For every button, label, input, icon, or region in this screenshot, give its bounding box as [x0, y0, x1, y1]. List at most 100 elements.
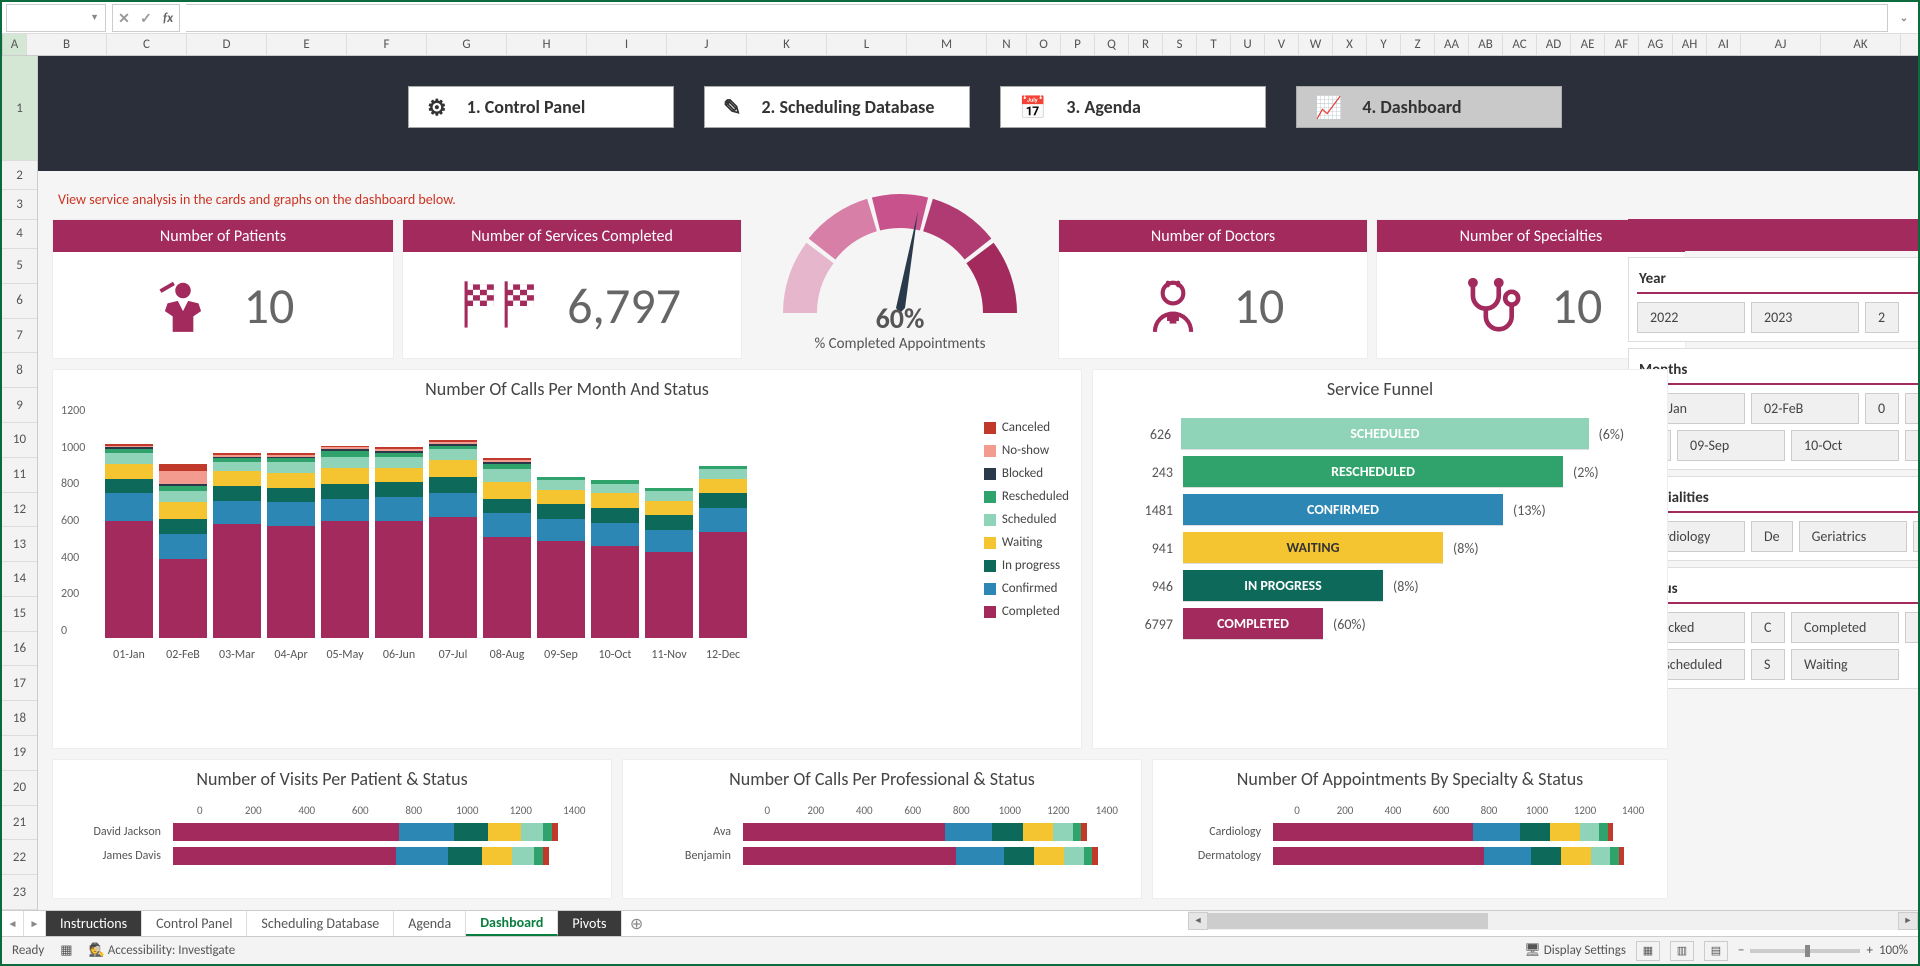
row-header[interactable]: 2	[2, 161, 37, 190]
row-header[interactable]: 11	[2, 458, 37, 493]
column-header[interactable]: R	[1129, 34, 1163, 55]
row-header[interactable]: 9	[2, 388, 37, 423]
filter-chip[interactable]: S	[1751, 649, 1785, 680]
zoom-value[interactable]: 100%	[1879, 943, 1908, 958]
sheet-tab[interactable]: Dashboard	[466, 911, 558, 936]
filter-chip[interactable]: 02-FeB	[1751, 393, 1859, 424]
column-header[interactable]: Z	[1401, 34, 1435, 55]
accessibility-status[interactable]: 🕵 Accessibility: Investigate	[89, 943, 236, 958]
zoom-in-icon[interactable]: +	[1866, 943, 1872, 958]
column-header[interactable]: F	[347, 34, 427, 55]
column-header[interactable]: O	[1027, 34, 1061, 55]
column-header[interactable]: Q	[1095, 34, 1129, 55]
column-header[interactable]: M	[907, 34, 987, 55]
view-page-icon[interactable]: ▥	[1670, 941, 1694, 961]
display-settings[interactable]: 🖥 Display Settings	[1524, 943, 1626, 958]
column-header[interactable]: AK	[1821, 34, 1901, 55]
row-header[interactable]: 3	[2, 190, 37, 219]
column-header[interactable]: AC	[1503, 34, 1537, 55]
row-header[interactable]: 8	[2, 353, 37, 388]
column-header[interactable]: I	[587, 34, 667, 55]
column-header[interactable]: B	[27, 34, 107, 55]
row-header[interactable]: 4	[2, 220, 37, 249]
filter-chip[interactable]: Completed	[1791, 612, 1899, 643]
filter-chip[interactable]: 1	[1905, 430, 1918, 461]
filter-chip[interactable]: Geriatrics	[1799, 521, 1907, 552]
filter-chip[interactable]: 2	[1865, 302, 1899, 333]
column-header[interactable]: AL	[1901, 34, 1920, 55]
view-break-icon[interactable]: ▤	[1704, 941, 1728, 961]
nav-button[interactable]: ✎2. Scheduling Database	[704, 86, 970, 128]
column-header[interactable]: V	[1265, 34, 1299, 55]
tab-first-icon[interactable]: ◄	[2, 911, 24, 936]
tab-prev-icon[interactable]: ►	[24, 911, 46, 936]
column-header[interactable]: P	[1061, 34, 1095, 55]
row-header[interactable]: 17	[2, 666, 37, 701]
filter-chip[interactable]: C	[1751, 612, 1785, 643]
column-header[interactable]: Y	[1367, 34, 1401, 55]
row-header[interactable]: 10	[2, 423, 37, 458]
row-header[interactable]: 20	[2, 771, 37, 806]
filter-chip[interactable]: 10-Oct	[1791, 430, 1899, 461]
fx-icon[interactable]: fx	[157, 5, 179, 33]
column-header[interactable]: AH	[1673, 34, 1707, 55]
filter-chip[interactable]: Waiting	[1791, 649, 1899, 680]
row-header[interactable]: 19	[2, 736, 37, 771]
macro-icon[interactable]: ▦	[60, 943, 72, 958]
column-header[interactable]: AI	[1707, 34, 1741, 55]
column-header[interactable]: X	[1333, 34, 1367, 55]
row-header[interactable]: 22	[2, 840, 37, 875]
column-header[interactable]: N	[987, 34, 1027, 55]
row-header[interactable]: 6	[2, 284, 37, 319]
enter-icon[interactable]: ✓	[135, 5, 157, 33]
column-header[interactable]: H	[507, 34, 587, 55]
column-header[interactable]: AA	[1435, 34, 1469, 55]
row-header[interactable]: 23	[2, 875, 37, 910]
cancel-icon[interactable]: ✕	[113, 5, 135, 33]
column-header[interactable]: AJ	[1741, 34, 1821, 55]
filter-chip[interactable]: De	[1751, 521, 1793, 552]
row-header[interactable]: 15	[2, 597, 37, 632]
column-header[interactable]: AG	[1639, 34, 1673, 55]
column-header[interactable]: G	[427, 34, 507, 55]
column-header[interactable]: AB	[1469, 34, 1503, 55]
row-header[interactable]: 14	[2, 562, 37, 597]
column-header[interactable]: S	[1163, 34, 1197, 55]
sheet-tab[interactable]: Agenda	[394, 911, 466, 936]
name-box[interactable]: A1▼	[6, 4, 106, 32]
row-header[interactable]: 21	[2, 806, 37, 841]
column-header[interactable]: W	[1299, 34, 1333, 55]
sheet-tab[interactable]: Pivots	[558, 911, 621, 936]
column-header[interactable]: AF	[1605, 34, 1639, 55]
row-header[interactable]: 16	[2, 632, 37, 667]
zoom-slider[interactable]	[1750, 949, 1860, 953]
filter-chip[interactable]: 2023	[1751, 302, 1859, 333]
row-header[interactable]: 1	[2, 56, 37, 161]
filter-chip[interactable]: Gy	[1913, 521, 1918, 552]
filter-chip[interactable]: C	[1905, 612, 1918, 643]
row-header[interactable]: 7	[2, 319, 37, 354]
column-header[interactable]: K	[747, 34, 827, 55]
row-header[interactable]: 18	[2, 701, 37, 736]
column-header[interactable]: A	[3, 34, 27, 55]
formula-input[interactable]	[186, 4, 1888, 32]
expand-formula-icon[interactable]: ⌄	[1894, 11, 1914, 24]
nav-button[interactable]: 📈4. Dashboard	[1296, 86, 1562, 128]
zoom-out-icon[interactable]: −	[1738, 943, 1744, 958]
column-header[interactable]: D	[187, 34, 267, 55]
column-header[interactable]: C	[107, 34, 187, 55]
row-header[interactable]: 5	[2, 249, 37, 284]
nav-button[interactable]: 📅3. Agenda	[1000, 86, 1266, 128]
sheet-tab[interactable]: Scheduling Database	[247, 911, 394, 936]
column-header[interactable]: AE	[1571, 34, 1605, 55]
filter-chip[interactable]: 2022	[1637, 302, 1745, 333]
column-header[interactable]: U	[1231, 34, 1265, 55]
nav-button[interactable]: ⚙1. Control Panel	[408, 86, 674, 128]
filter-chip[interactable]: 0	[1865, 393, 1899, 424]
filter-chip[interactable]: 05-May	[1905, 393, 1918, 424]
add-sheet-icon[interactable]: ⊕	[622, 911, 652, 936]
sheet-tab[interactable]: Control Panel	[142, 911, 247, 936]
column-header[interactable]: T	[1197, 34, 1231, 55]
column-header[interactable]: L	[827, 34, 907, 55]
column-header[interactable]: AD	[1537, 34, 1571, 55]
